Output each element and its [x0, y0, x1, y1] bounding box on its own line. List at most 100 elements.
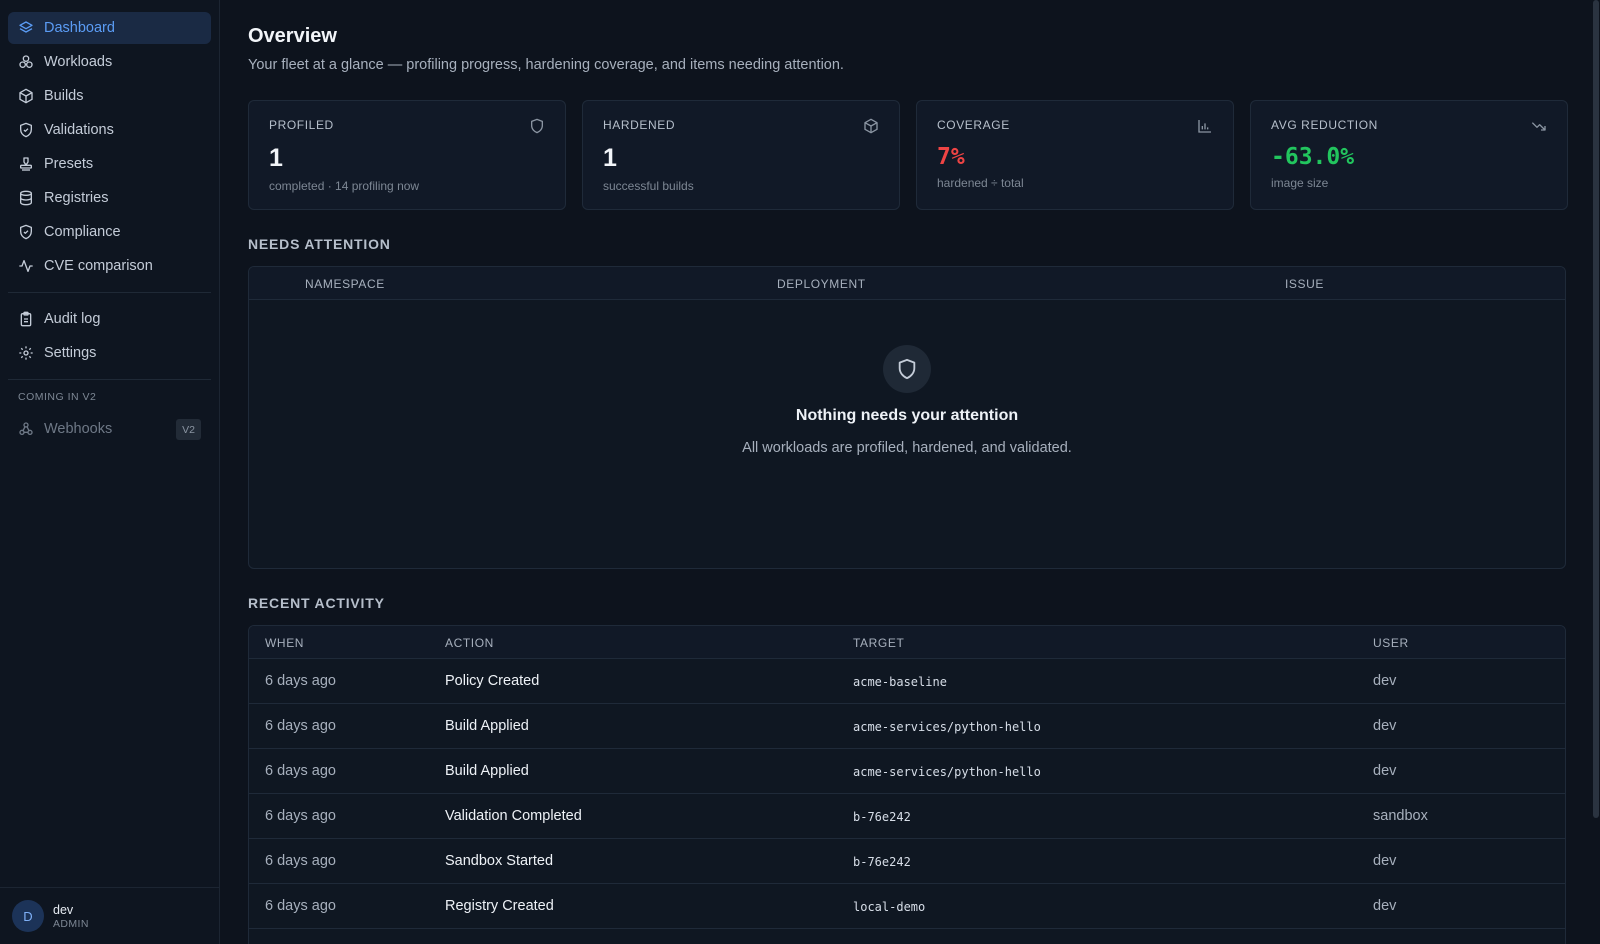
stat-card-profiled: PROFILED 1 completed · 14 profiling now: [248, 100, 566, 210]
needs-attention-table: NAMESPACE DEPLOYMENT ISSUE Nothing needs…: [248, 266, 1566, 569]
sidebar-divider: [8, 379, 211, 380]
sidebar-item-webhooks: Webhooks V2: [8, 413, 211, 445]
layers-icon: [18, 20, 34, 36]
sidebar-item-label: Builds: [44, 88, 84, 104]
page-title: Overview: [248, 25, 337, 47]
card-value: 7%: [937, 144, 965, 170]
user-role: ADMIN: [53, 917, 89, 930]
clipboard-icon: [18, 311, 34, 327]
card-label: AVG REDUCTION: [1271, 118, 1378, 132]
cell-user: dev: [1373, 673, 1397, 689]
card-label: HARDENED: [603, 118, 676, 132]
webhook-icon: [18, 421, 34, 437]
page-scrollbar[interactable]: [1592, 0, 1600, 944]
empty-state-subtitle: All workloads are profiled, hardened, an…: [742, 440, 1072, 456]
stat-card-coverage: COVERAGE 7% hardened ÷ total: [916, 100, 1234, 210]
cell-action: Registry Created: [445, 898, 554, 914]
sidebar-item-builds[interactable]: Builds: [8, 80, 211, 112]
avatar: D: [12, 900, 44, 932]
cell-when: 6 days ago: [265, 898, 336, 914]
sidebar-item-validations[interactable]: Validations: [8, 114, 211, 146]
card-sub: completed · 14 profiling now: [269, 179, 420, 193]
cell-target: b-76e242: [853, 810, 911, 824]
column-header-namespace[interactable]: NAMESPACE: [305, 277, 385, 291]
card-value: 1: [269, 144, 283, 172]
table-row[interactable]: 6 days ago Registry Created local-demo d…: [249, 884, 1565, 929]
database-icon: [18, 190, 34, 206]
sidebar-item-label: Audit log: [44, 311, 101, 327]
card-label: COVERAGE: [937, 118, 1010, 132]
gear-icon: [18, 345, 34, 361]
boxes-icon: [18, 54, 34, 70]
column-header-target[interactable]: TARGET: [853, 636, 904, 650]
cell-action: Policy Created: [445, 673, 540, 689]
page-subtitle: Your fleet at a glance — profiling progr…: [248, 57, 844, 73]
table-row[interactable]: 6 days ago Build Applied acme-services/p…: [249, 749, 1565, 794]
card-label: PROFILED: [269, 118, 334, 132]
table-row[interactable]: 6 days ago Sandbox Started b-76e242 dev: [249, 839, 1565, 884]
sidebar-item-label: Registries: [44, 190, 109, 206]
empty-state-title: Nothing needs your attention: [795, 407, 1019, 424]
user-name: dev: [53, 902, 74, 917]
cell-user: dev: [1373, 853, 1397, 869]
needs-attention-title: NEEDS ATTENTION: [248, 236, 391, 252]
stat-card-avg-reduction: AVG REDUCTION -63.0% image size: [1250, 100, 1568, 210]
sidebar-item-presets[interactable]: Presets: [8, 148, 211, 180]
cell-when: 6 days ago: [265, 763, 336, 779]
cell-action: Build Applied: [445, 763, 529, 779]
cell-user: sandbox: [1373, 808, 1428, 824]
empty-state-shield-icon: [883, 345, 931, 393]
card-sub: image size: [1271, 176, 1329, 190]
package-icon: [863, 118, 879, 134]
stat-card-hardened: HARDENED 1 successful builds: [582, 100, 900, 210]
column-header-when[interactable]: WHEN: [265, 636, 304, 650]
scrollbar-thumb[interactable]: [1593, 0, 1599, 818]
cell-action: Sandbox Started: [445, 853, 554, 869]
cell-action: Validation Completed: [445, 808, 582, 824]
column-header-action[interactable]: ACTION: [445, 636, 494, 650]
cell-when: 6 days ago: [265, 673, 336, 689]
table-header: WHEN ACTION TARGET USER: [249, 626, 1565, 659]
sidebar-item-compliance[interactable]: Compliance: [8, 216, 211, 248]
cell-target: b-76e242: [853, 855, 911, 869]
card-sub: hardened ÷ total: [937, 176, 1024, 190]
package-icon: [18, 88, 34, 104]
table-header: NAMESPACE DEPLOYMENT ISSUE: [249, 267, 1565, 300]
cell-when: 6 days ago: [265, 718, 336, 734]
recent-activity-table: WHEN ACTION TARGET USER 6 days ago Polic…: [248, 625, 1566, 944]
cell-user: dev: [1373, 718, 1397, 734]
card-value: 1: [603, 144, 617, 172]
sidebar-divider: [8, 292, 211, 293]
activity-icon: [18, 258, 34, 274]
card-value: -63.0%: [1271, 144, 1355, 170]
table-row[interactable]: 6 days ago Validation Completed b-76e242…: [249, 794, 1565, 839]
sidebar-item-registries[interactable]: Registries: [8, 182, 211, 214]
stamp-icon: [18, 156, 34, 172]
bar-chart-icon: [1197, 118, 1213, 134]
column-header-user[interactable]: USER: [1373, 636, 1409, 650]
cell-target: acme-services/python-hello: [853, 765, 1041, 779]
cell-user: dev: [1373, 763, 1397, 779]
sidebar-item-settings[interactable]: Settings: [8, 337, 211, 369]
sidebar-item-label: CVE comparison: [44, 258, 153, 274]
sidebar-item-label: Presets: [44, 156, 94, 172]
sidebar-item-label: Compliance: [44, 224, 121, 240]
column-header-issue[interactable]: ISSUE: [1285, 277, 1324, 291]
sidebar-item-label: Settings: [44, 345, 97, 361]
sidebar-item-workloads[interactable]: Workloads: [8, 46, 211, 78]
sidebar-section-label: COMING IN V2: [18, 391, 97, 403]
sidebar-item-label: Validations: [44, 122, 114, 138]
column-header-deployment[interactable]: DEPLOYMENT: [777, 277, 866, 291]
sidebar-item-cve-comparison[interactable]: CVE comparison: [8, 250, 211, 282]
table-row[interactable]: 6 days ago Policy Created acme-baseline …: [249, 659, 1565, 704]
user-menu[interactable]: D dev ADMIN: [0, 887, 219, 944]
table-row[interactable]: 6 days ago Build Applied acme-services/p…: [249, 704, 1565, 749]
sidebar-item-dashboard[interactable]: Dashboard: [8, 12, 211, 44]
shield-check-icon: [18, 224, 34, 240]
sidebar-item-label: Workloads: [44, 54, 113, 70]
sidebar-item-audit-log[interactable]: Audit log: [8, 303, 211, 335]
trending-down-icon: [1531, 118, 1547, 134]
sidebar-item-label: Webhooks: [44, 421, 113, 437]
recent-activity-title: RECENT ACTIVITY: [248, 595, 385, 611]
sidebar: Dashboard Workloads Builds Validations P…: [0, 0, 220, 944]
